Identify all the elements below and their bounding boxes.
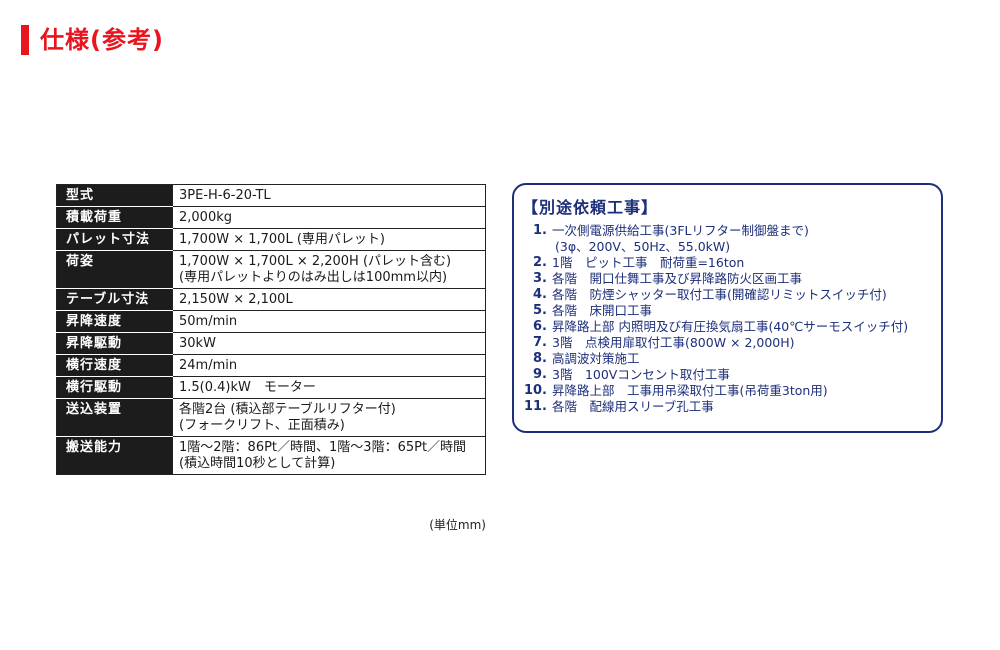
table-row: 型式 3PE-H-6-20-TL [56, 184, 486, 207]
row-label: テーブル寸法 [56, 288, 173, 311]
row-value: 1,700W × 1,700L (専用パレット) [172, 228, 486, 251]
row-value-line-2: (専用パレットよりのはみ出しは100mm以内) [179, 270, 448, 285]
item-text: 各階 配線用スリーブ孔工事 [552, 399, 714, 414]
row-label: 横行駆動 [56, 376, 173, 399]
item-text: 各階 床開口工事 [552, 303, 653, 318]
row-value-line: 各階2台 (積込部テーブルリフター付) [179, 402, 396, 417]
item-text: 各階 防煙シャッター取付工事(開確認リミットスイッチ付) [552, 287, 887, 302]
table-row: 昇降速度 50m/min [56, 310, 486, 333]
list-item: 8. 高調波対策施工 [514, 351, 941, 367]
row-value: 3PE-H-6-20-TL [172, 184, 486, 207]
row-value-line: 1,700W × 1,700L × 2,200H (パレット含む) [179, 254, 452, 269]
item-number: 5. [533, 303, 547, 318]
item-number: 2. [533, 255, 547, 270]
list-item: 4. 各階 防煙シャッター取付工事(開確認リミットスイッチ付) [514, 287, 941, 303]
page-title: 仕様(参考) [40, 26, 164, 54]
item-number: 1. [533, 223, 547, 238]
additional-work-list: 1. 一次側電源供給工事(3FLリフター制御盤まで) (3φ、200V、50Hz、… [514, 223, 941, 415]
row-value-line-2: (積込時間10秒として計算) [179, 456, 336, 471]
additional-work-title: 【別途依頼工事】 [522, 198, 659, 217]
list-item: (3φ、200V、50Hz、55.0kW) [514, 239, 941, 255]
row-value: 1階〜2階：86Pt／時間、1階〜3階：65Pt／時間 (積込時間10秒として計算… [172, 436, 486, 475]
item-text: 3階 点検用扉取付工事(800W × 2,000H) [552, 335, 795, 350]
table-row: 搬送能力 1階〜2階：86Pt／時間、1階〜3階：65Pt／時間 (積込時間10秒… [56, 436, 486, 475]
row-value: 2,000kg [172, 206, 486, 229]
list-item: 10. 昇降路上部 工事用吊梁取付工事(吊荷重3ton用) [514, 383, 941, 399]
list-item: 9. 3階 100Vコンセント取付工事 [514, 367, 941, 383]
item-text: (3φ、200V、50Hz、55.0kW) [555, 239, 731, 254]
item-text: 3階 100Vコンセント取付工事 [552, 367, 730, 382]
item-text: 1階 ピット工事 耐荷重=16ton [552, 255, 745, 270]
list-item: 7. 3階 点検用扉取付工事(800W × 2,000H) [514, 335, 941, 351]
row-label: 型式 [56, 184, 173, 207]
row-value-line: 2,000kg [179, 210, 232, 225]
item-number: 11. [523, 399, 547, 414]
table-row: 昇降駆動 30kW [56, 332, 486, 355]
table-row: パレット寸法 1,700W × 1,700L (専用パレット) [56, 228, 486, 251]
row-label: 横行速度 [56, 354, 173, 377]
list-item: 6. 昇降路上部 内照明及び有圧換気扇工事(40℃サーモスイッチ付) [514, 319, 941, 335]
item-number: 4. [533, 287, 547, 302]
additional-work-box: 【別途依頼工事】 1. 一次側電源供給工事(3FLリフター制御盤まで) (3φ、2… [512, 183, 943, 433]
item-number: 7. [533, 335, 547, 350]
item-text: 各階 開口仕舞工事及び昇降路防火区画工事 [552, 271, 803, 286]
row-label: 昇降速度 [56, 310, 173, 333]
item-number: 8. [533, 351, 547, 366]
list-item: 2. 1階 ピット工事 耐荷重=16ton [514, 255, 941, 271]
item-text: 昇降路上部 工事用吊梁取付工事(吊荷重3ton用) [552, 383, 828, 398]
row-value-line: 1.5(0.4)kW モーター [179, 380, 316, 395]
row-label: 送込装置 [56, 398, 173, 437]
row-value-line: 30kW [179, 336, 216, 351]
table-row: 積載荷重 2,000kg [56, 206, 486, 229]
row-value-line: 50m/min [179, 314, 238, 329]
table-row: 荷姿 1,700W × 1,700L × 2,200H (パレット含む) (専用パ… [56, 250, 486, 289]
row-label: 積載荷重 [56, 206, 173, 229]
row-label: 搬送能力 [56, 436, 173, 475]
row-value-line-2: (フォークリフト、正面積み) [179, 418, 345, 433]
list-item: 3. 各階 開口仕舞工事及び昇降路防火区画工事 [514, 271, 941, 287]
row-value: 2,150W × 2,100L [172, 288, 486, 311]
row-value-line: 1,700W × 1,700L (専用パレット) [179, 232, 385, 247]
item-number: 9. [533, 367, 547, 382]
table-row: 横行速度 24m/min [56, 354, 486, 377]
row-value: 1,700W × 1,700L × 2,200H (パレット含む) (専用パレット… [172, 250, 486, 289]
row-value-line: 24m/min [179, 358, 238, 373]
item-number: 6. [533, 319, 547, 334]
row-label: 荷姿 [56, 250, 173, 289]
table-row: 横行駆動 1.5(0.4)kW モーター [56, 376, 486, 399]
row-value: 24m/min [172, 354, 486, 377]
item-number: 10. [523, 383, 547, 398]
spec-table: 型式 3PE-H-6-20-TL 積載荷重 2,000kg パレット寸法 1,7… [56, 184, 486, 475]
row-label: 昇降駆動 [56, 332, 173, 355]
title-accent-bar [21, 25, 29, 55]
item-number: 3. [533, 271, 547, 286]
item-text: 昇降路上部 内照明及び有圧換気扇工事(40℃サーモスイッチ付) [552, 319, 909, 334]
row-label: パレット寸法 [56, 228, 173, 251]
list-item: 1. 一次側電源供給工事(3FLリフター制御盤まで) [514, 223, 941, 239]
list-item: 5. 各階 床開口工事 [514, 303, 941, 319]
row-value: 1.5(0.4)kW モーター [172, 376, 486, 399]
item-text: 高調波対策施工 [552, 351, 640, 366]
row-value: 50m/min [172, 310, 486, 333]
row-value-line: 3PE-H-6-20-TL [179, 188, 271, 203]
list-item: 11. 各階 配線用スリーブ孔工事 [514, 399, 941, 415]
unit-note: (単位mm) [429, 518, 486, 532]
item-text: 一次側電源供給工事(3FLリフター制御盤まで) [552, 223, 809, 238]
row-value: 30kW [172, 332, 486, 355]
row-value: 各階2台 (積込部テーブルリフター付) (フォークリフト、正面積み) [172, 398, 486, 437]
row-value-line: 1階〜2階：86Pt／時間、1階〜3階：65Pt／時間 [179, 440, 467, 455]
table-row: 送込装置 各階2台 (積込部テーブルリフター付) (フォークリフト、正面積み) [56, 398, 486, 437]
table-row: テーブル寸法 2,150W × 2,100L [56, 288, 486, 311]
row-value-line: 2,150W × 2,100L [179, 292, 293, 307]
